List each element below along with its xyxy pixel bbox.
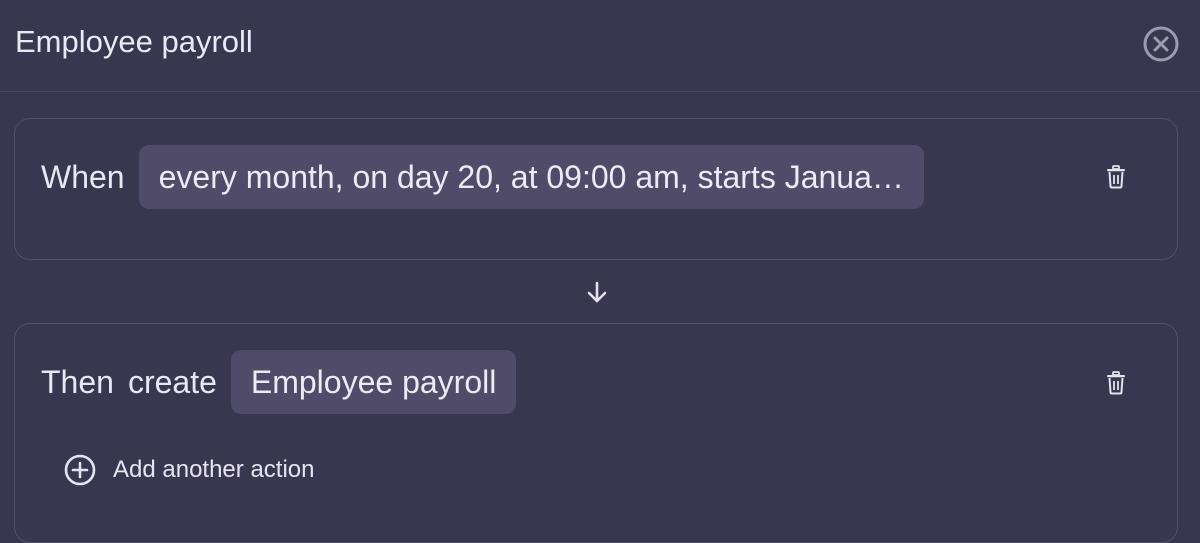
connector-arrow bbox=[586, 280, 608, 306]
trigger-row: When every month, on day 20, at 09:00 am… bbox=[41, 145, 924, 209]
dialog-header: Employee payroll bbox=[0, 0, 1200, 92]
close-button[interactable] bbox=[1141, 24, 1181, 64]
arrow-down-icon bbox=[587, 281, 607, 303]
when-label: When bbox=[41, 158, 125, 195]
then-label: Then bbox=[41, 363, 114, 400]
action-card: Then create Employee payroll Add another… bbox=[14, 323, 1178, 543]
delete-trigger-button[interactable] bbox=[1105, 165, 1127, 189]
trigger-card: When every month, on day 20, at 09:00 am… bbox=[14, 118, 1178, 260]
add-action-label: Add another action bbox=[113, 456, 315, 483]
page-title: Employee payroll bbox=[15, 24, 253, 59]
action-row: Then create Employee payroll bbox=[41, 350, 517, 414]
schedule-chip[interactable]: every month, on day 20, at 09:00 am, sta… bbox=[138, 145, 924, 209]
close-circle-icon bbox=[1143, 26, 1179, 62]
plus-circle-icon bbox=[64, 454, 96, 486]
create-label: create bbox=[127, 363, 217, 400]
target-chip[interactable]: Employee payroll bbox=[230, 350, 517, 414]
delete-action-button[interactable] bbox=[1105, 371, 1127, 395]
trash-icon bbox=[1107, 371, 1125, 395]
trash-icon bbox=[1107, 165, 1125, 189]
add-action-button[interactable]: Add another action bbox=[63, 453, 314, 487]
